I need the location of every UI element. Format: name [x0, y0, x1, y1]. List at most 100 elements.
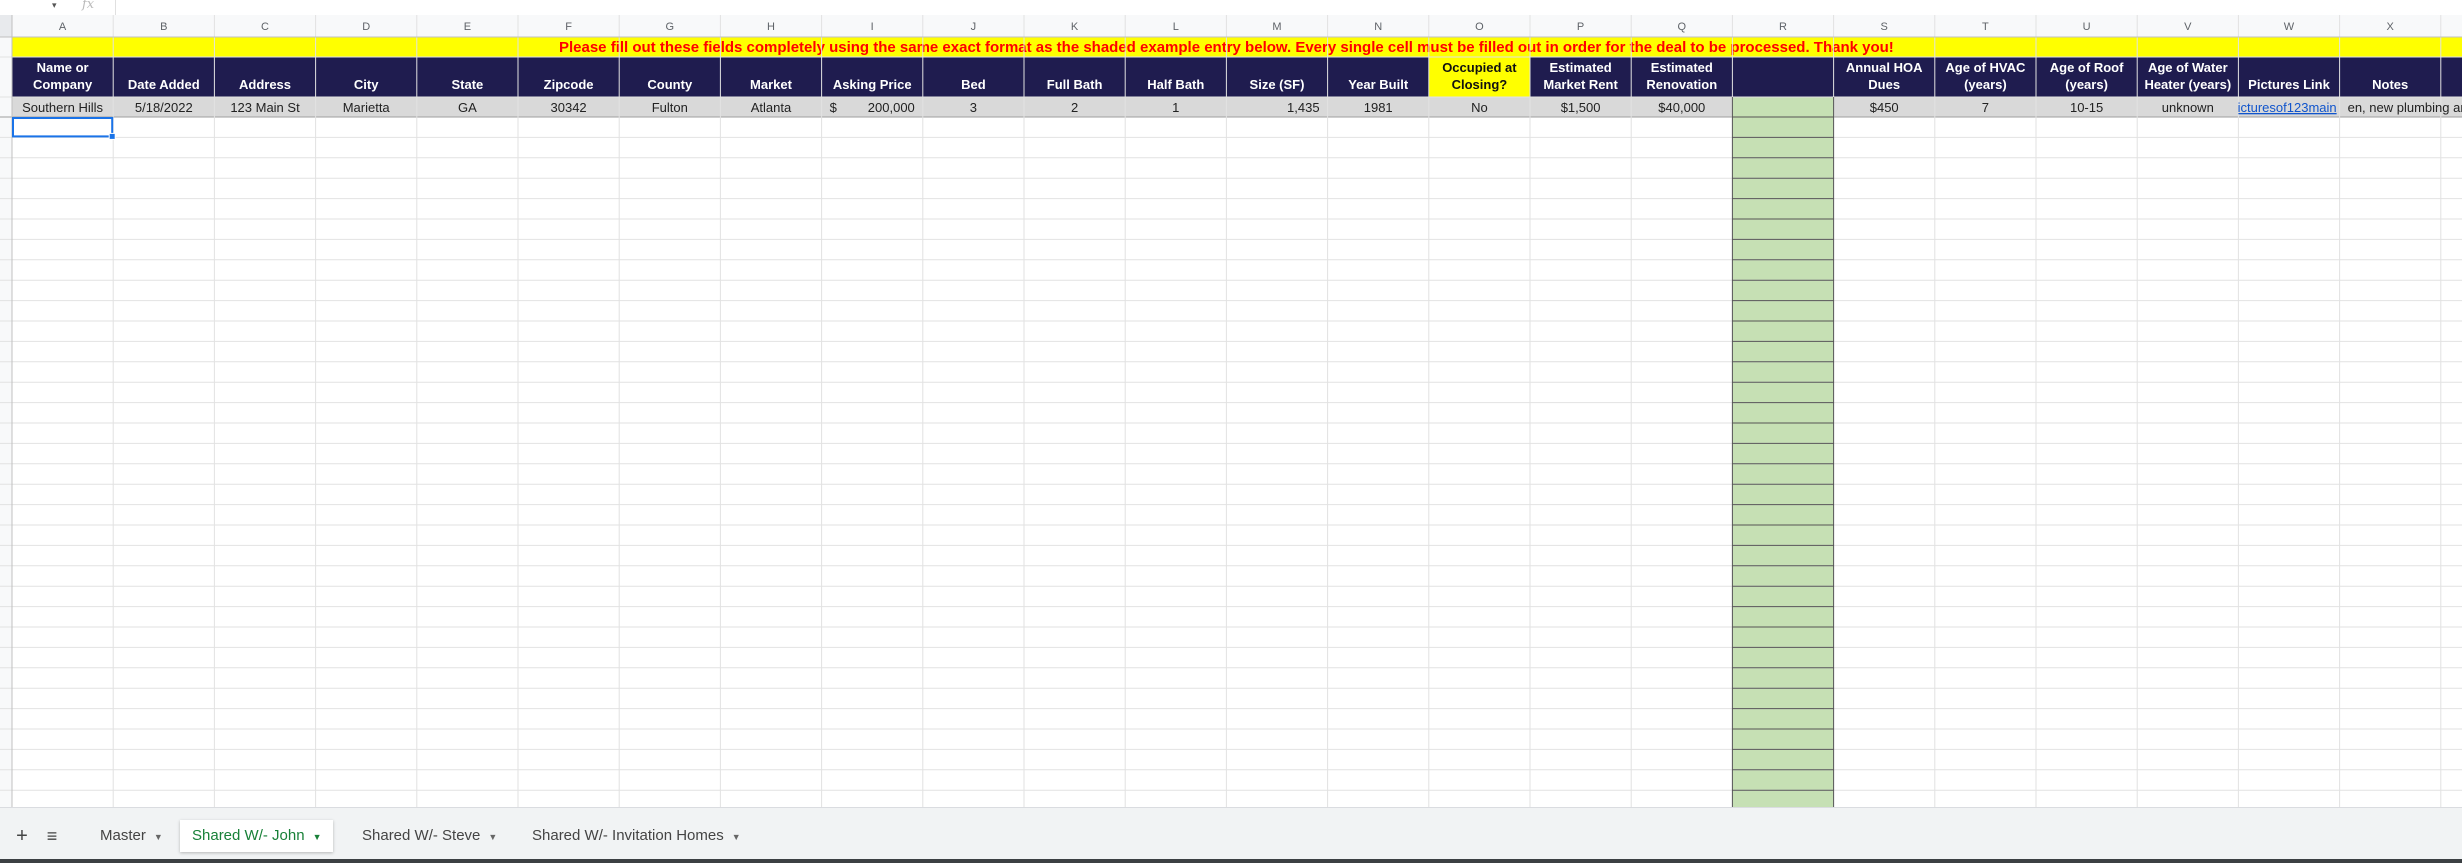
selected-cell-a3[interactable]: [12, 117, 114, 138]
grid-canvas[interactable]: A B C D E F G H I J K L M N O P Q R S T U V W XPlease fill out …: [0, 15, 2462, 807]
column-header-d[interactable]: D: [362, 21, 370, 33]
header-cell-t-line2: (years): [1964, 77, 2007, 92]
header-cell-a-line1: Name or: [37, 60, 89, 75]
header-cell-u-line2: (years): [2065, 77, 2108, 92]
column-header-k[interactable]: K: [1071, 21, 1079, 33]
header-cell-d: City: [354, 77, 379, 92]
column-header-a[interactable]: A: [59, 21, 67, 33]
example-cell-o[interactable]: No: [1471, 100, 1488, 115]
name-box-dropdown-icon[interactable]: ▾: [52, 0, 57, 11]
tab-label: Shared W/- John: [192, 827, 305, 844]
header-cell-g: County: [647, 77, 693, 92]
header-cell-h: Market: [750, 77, 793, 92]
tab-label: Master: [100, 827, 146, 844]
all-sheets-menu-icon[interactable]: ≡: [40, 820, 64, 852]
tab-master[interactable]: Master ▼: [88, 820, 175, 852]
asking-price-currency: $: [830, 100, 838, 115]
column-header-t[interactable]: T: [1982, 21, 1989, 33]
header-cell-w: Pictures Link: [2248, 77, 2330, 92]
column-header-e[interactable]: E: [464, 21, 471, 33]
column-header-v[interactable]: V: [2184, 21, 2192, 33]
example-cell-d[interactable]: Marietta: [343, 100, 391, 115]
example-cell-p[interactable]: $1,500: [1561, 100, 1601, 115]
example-cell-u[interactable]: 10-15: [2070, 100, 2103, 115]
header-cell-m: Size (SF): [1250, 77, 1305, 92]
column-header-s[interactable]: S: [1881, 21, 1888, 33]
tab-shared-steve[interactable]: Shared W/- Steve ▼: [350, 820, 509, 852]
tab-shared-john[interactable]: Shared W/- John ▼: [180, 820, 334, 852]
chevron-down-icon[interactable]: ▼: [732, 832, 741, 842]
chevron-down-icon[interactable]: ▼: [488, 832, 497, 842]
sheet-tab-bar: + ≡ Master ▼ Shared W/- John ▼ Shared W/- …: [0, 807, 2462, 863]
column-header-n[interactable]: N: [1374, 21, 1382, 33]
column-header-b[interactable]: B: [160, 21, 167, 33]
header-cell-f: Zipcode: [544, 77, 594, 92]
header-cell-j: Bed: [961, 77, 986, 92]
header-cell-q-line2: Renovation: [1646, 77, 1717, 92]
column-header-r[interactable]: R: [1779, 21, 1787, 33]
header-cell-i: Asking Price: [833, 77, 912, 92]
example-cell-k[interactable]: 2: [1071, 100, 1078, 115]
example-cell-t[interactable]: 7: [1982, 100, 1989, 115]
formula-bar-divider: [115, 0, 116, 15]
example-cell-b[interactable]: 5/18/2022: [135, 100, 193, 115]
example-cell-f[interactable]: 30342: [551, 100, 587, 115]
header-cell-s-line2: Dues: [1868, 77, 1900, 92]
header-cell-l: Half Bath: [1147, 77, 1204, 92]
header-cell-q-line1: Estimated: [1651, 60, 1713, 75]
column-header-q[interactable]: Q: [1678, 21, 1687, 33]
example-cell-j[interactable]: 3: [970, 100, 977, 115]
header-cell-s-line1: Annual HOA: [1846, 60, 1923, 75]
example-cell-i[interactable]: 200,000: [868, 100, 915, 115]
example-cell-v[interactable]: unknown: [2162, 100, 2214, 115]
add-sheet-button[interactable]: +: [10, 820, 34, 852]
fx-icon: fx: [82, 0, 95, 12]
column-header-l[interactable]: L: [1173, 21, 1179, 33]
column-header-g[interactable]: G: [666, 21, 675, 33]
example-cell-l[interactable]: 1: [1172, 100, 1179, 115]
example-cell-h[interactable]: Atlanta: [751, 100, 792, 115]
column-header-i[interactable]: I: [871, 21, 874, 33]
header-cell-v-line1: Age of Water: [2148, 60, 2228, 75]
example-cell-s[interactable]: $450: [1870, 100, 1899, 115]
header-cell-t-line1: Age of HVAC: [1945, 60, 2026, 75]
example-cell-g[interactable]: Fulton: [652, 100, 688, 115]
column-header-m[interactable]: M: [1272, 21, 1281, 33]
example-cell-x[interactable]: en, new plumbing and: [2348, 100, 2462, 115]
column-header-x[interactable]: X: [2387, 21, 2395, 33]
header-cell-u-line1: Age of Roof: [2050, 60, 2124, 75]
column-header-c[interactable]: C: [261, 21, 269, 33]
example-cell-a[interactable]: Southern Hills: [22, 100, 103, 115]
chevron-down-icon[interactable]: ▼: [154, 832, 163, 842]
header-cell-c: Address: [239, 77, 291, 92]
header-cell-k: Full Bath: [1047, 77, 1103, 92]
header-cell-e: State: [452, 77, 484, 92]
column-header-h[interactable]: H: [767, 21, 775, 33]
example-cell-m[interactable]: 1,435: [1287, 100, 1320, 115]
header-cell-x: Notes: [2372, 77, 2408, 92]
header-cell-o-line2: Closing?: [1452, 77, 1508, 92]
header-cell-p-line2: Market Rent: [1543, 77, 1618, 92]
tab-label: Shared W/- Invitation Homes: [532, 827, 724, 844]
header-cell-p-line1: Estimated: [1550, 60, 1612, 75]
select-all-corner[interactable]: [0, 15, 12, 37]
column-header-u[interactable]: U: [2083, 21, 2091, 33]
spreadsheet-grid[interactable]: A B C D E F G H I J K L M N O P Q R S T U V W X Please fill out …: [0, 15, 2462, 807]
tab-label: Shared W/- Steve: [362, 827, 481, 844]
example-cell-q[interactable]: $40,000: [1658, 100, 1705, 115]
example-cell-c[interactable]: 123 Main St: [230, 100, 300, 115]
column-header-o[interactable]: O: [1475, 21, 1484, 33]
column-header-j[interactable]: J: [971, 21, 977, 33]
column-header-f[interactable]: F: [565, 21, 572, 33]
chevron-down-icon[interactable]: ▼: [313, 832, 322, 842]
bottom-strip: [0, 859, 2462, 863]
column-header-w[interactable]: W: [2284, 21, 2295, 33]
column-r-fill: [1732, 97, 1834, 807]
example-cell-w[interactable]: picturesof123main: [2230, 100, 2336, 115]
tab-shared-invitation-homes[interactable]: Shared W/- Invitation Homes ▼: [520, 820, 753, 852]
example-cell-n[interactable]: 1981: [1364, 100, 1393, 115]
fill-handle[interactable]: [108, 132, 116, 140]
header-cell-o-line1: Occupied at: [1442, 60, 1517, 75]
column-header-p[interactable]: P: [1577, 21, 1584, 33]
example-cell-e[interactable]: GA: [458, 100, 477, 115]
